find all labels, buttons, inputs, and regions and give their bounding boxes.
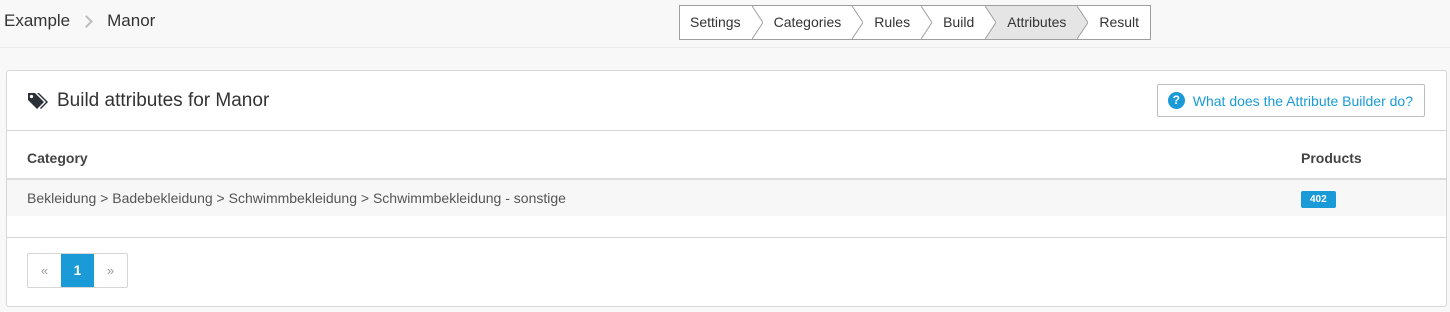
wizard-step-label: Attributes [1007, 14, 1067, 30]
pagination-prev[interactable]: « [28, 254, 61, 287]
panel-header: Build attributes for Manor ? What does t… [7, 71, 1446, 131]
panel-title: Build attributes for Manor [27, 90, 269, 112]
table-header-row: Category Products [7, 131, 1446, 180]
help-button-label: What does the Attribute Builder do? [1192, 92, 1413, 109]
wizard-step-label: Categories [773, 14, 842, 30]
top-bar: Example Manor Settings Categories Rules … [0, 0, 1450, 48]
panel-footer: « 1 » [7, 237, 1446, 307]
wizard-step-categories[interactable]: Categories [751, 6, 864, 39]
column-header-products[interactable]: Products [1301, 131, 1446, 180]
products-cell: 402 [1301, 179, 1446, 216]
column-header-category[interactable]: Category [7, 131, 1301, 180]
products-count-badge: 402 [1301, 190, 1336, 208]
wizard-step-label: Settings [690, 14, 741, 30]
attributes-panel: Build attributes for Manor ? What does t… [6, 70, 1447, 307]
chevron-right-icon [80, 14, 94, 28]
pagination-page-current[interactable]: 1 [61, 254, 94, 287]
breadcrumb-root[interactable]: Example [4, 11, 70, 31]
wizard-step-settings[interactable]: Settings [680, 6, 763, 39]
wizard-step-label: Build [943, 14, 975, 30]
table-row[interactable]: Bekleidung > Badebekleidung > Schwimmbek… [7, 179, 1446, 216]
wizard-step-label: Rules [874, 14, 911, 30]
wizard-steps: Settings Categories Rules Build Attribut… [679, 5, 1152, 40]
breadcrumb-current: Manor [107, 11, 156, 30]
category-table: Category Products Bekleidung > Badebekle… [7, 131, 1446, 216]
pagination-next[interactable]: » [94, 254, 127, 287]
wizard-step-label: Result [1099, 14, 1140, 30]
attribute-builder-help-button[interactable]: ? What does the Attribute Builder do? [1156, 84, 1425, 117]
breadcrumb: Example Manor [4, 11, 155, 31]
panel-title-text: Build attributes for Manor [57, 90, 270, 111]
category-cell[interactable]: Bekleidung > Badebekleidung > Schwimmbek… [7, 179, 1301, 216]
wizard-step-attributes[interactable]: Attributes [985, 6, 1089, 39]
question-circle-icon: ? [1167, 92, 1185, 109]
pagination: « 1 » [27, 253, 128, 288]
tags-icon [28, 93, 48, 109]
